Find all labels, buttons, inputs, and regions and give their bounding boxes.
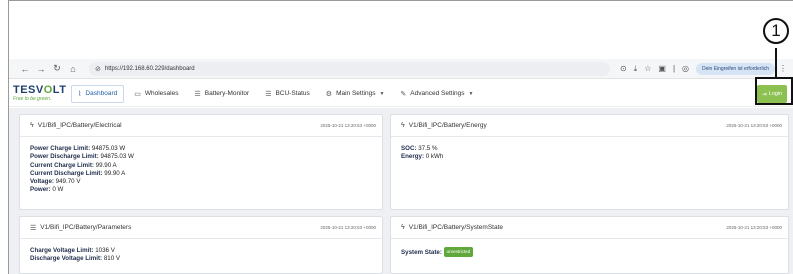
card-systemstate: ϟ V1/Bifi_IPC/Battery/SystemState 2025-1… (390, 216, 789, 274)
callout-line (775, 48, 777, 78)
lightning-icon: ϟ (401, 122, 405, 129)
home-icon[interactable]: ⌂ (67, 63, 79, 75)
card-title: V1/Bifi_IPC/Battery/SystemState (408, 224, 504, 231)
wrench-icon: ✎ (400, 90, 407, 98)
tesvolt-logo[interactable]: TESVOLT Free to be green. (13, 83, 71, 105)
bookmark-star-icon[interactable]: ☆ (644, 64, 651, 73)
nav-label: Advanced Settings (410, 90, 465, 97)
app-header: TESVOLT Free to be green. ⌇ Dashboard ▭ … (9, 81, 793, 107)
metric-row: Current Charge Limit: 99.90 A (30, 161, 117, 169)
nav-label: Dashboard (85, 90, 118, 97)
card-parameters: ☰ V1/Bifi_IPC/Battery/Parameters 2025-10… (19, 216, 383, 274)
card-title: V1/Bifi_IPC/Battery/Electrical (37, 122, 122, 129)
card-timestamp: 2025-10-21 13:20:53 +0000 (320, 123, 376, 128)
card-body: SOC: 37.5 % Energy: 0 kWh (401, 145, 782, 162)
status-badge: unrestricted (443, 247, 474, 258)
address-bar[interactable]: ⊘ https://192.168.60.229/dashboard (89, 61, 610, 76)
card-timestamp: 2025-10-21 13:20:53 +0000 (726, 123, 782, 128)
table-icon: ☰ (194, 90, 201, 98)
browser-actions: ⊙ ⤓ ☆ ▣ | ◎ (620, 64, 696, 74)
nav-label: Wholesales (144, 90, 179, 97)
profile-button[interactable]: Dein Eingreifen ist erforderlich (696, 62, 775, 75)
main-nav: ⌇ Dashboard ▭ Wholesales ☰ Battery-Monit… (71, 81, 483, 106)
chart-icon: ⌇ (78, 90, 82, 98)
download-icon[interactable]: ⤓ (634, 64, 638, 74)
logo-tagline: Free to be green. (13, 96, 52, 102)
lightning-icon: ϟ (401, 224, 405, 231)
chevron-down-icon: ▼ (468, 90, 474, 97)
nav-main-settings[interactable]: ⚙ Main Settings ▼ (320, 85, 391, 103)
lightning-icon: ϟ (30, 122, 34, 129)
card-body: Power Charge Limit: 94875.03 W Power Dis… (30, 145, 376, 195)
blank-area (9, 1, 793, 59)
table-icon: ☰ (265, 90, 272, 98)
metric-row: Power Discharge Limit: 94875.03 W (30, 153, 134, 161)
card-timestamp: 2025-10-21 13:20:53 +0000 (320, 225, 376, 230)
gear-icon: ⚙ (325, 90, 333, 98)
metric-row: SOC: 37.5 % (401, 145, 438, 152)
nav-battery-monitor[interactable]: ☰ Battery-Monitor (188, 85, 255, 103)
metric-row: Energy: 0 kWh (401, 153, 444, 161)
metric-row: Current Discharge Limit: 99.90 A (30, 169, 126, 177)
nav-label: Battery-Monitor (204, 90, 250, 97)
card-header: ϟ V1/Bifi_IPC/Battery/Electrical 2025-10… (20, 115, 382, 137)
metric-row: System State: unrestricted (401, 247, 782, 258)
nav-bcu-status[interactable]: ☰ BCU-Status (259, 85, 316, 103)
card-electrical: ϟ V1/Bifi_IPC/Battery/Electrical 2025-10… (19, 114, 383, 210)
chevron-down-icon: ▼ (379, 90, 385, 97)
arrow-right-icon[interactable]: → (35, 63, 47, 75)
metric-row: Power Charge Limit: 94875.03 W (30, 145, 126, 152)
install-icon[interactable]: ⊙ (620, 64, 627, 73)
card-title: V1/Bifi_IPC/Battery/Parameters (40, 224, 132, 231)
reload-icon[interactable]: ↻ (51, 63, 63, 75)
list-icon: ☰ (30, 224, 37, 232)
card-header: ϟ V1/Bifi_IPC/Battery/Energy 2025-10-21 … (391, 115, 788, 137)
separator: | (672, 64, 676, 73)
browser-toolbar: ← → ↻ ⌂ ⊘ https://192.168.60.229/dashboa… (9, 59, 793, 79)
card-energy: ϟ V1/Bifi_IPC/Battery/Energy 2025-10-21 … (390, 114, 789, 210)
card-header: ϟ V1/Bifi_IPC/Battery/SystemState 2025-1… (391, 217, 788, 239)
arrow-left-icon[interactable]: ← (19, 63, 31, 75)
callout-number: 1 (763, 18, 789, 44)
monitor-icon: ▭ (134, 90, 141, 98)
menu-kebab-icon[interactable]: ⋮ (779, 64, 787, 73)
nav-label: Main Settings (336, 90, 376, 97)
card-header: ☰ V1/Bifi_IPC/Battery/Parameters 2025-10… (20, 217, 382, 239)
nav-dashboard[interactable]: ⌇ Dashboard (71, 84, 125, 103)
extensions-icon[interactable]: ▣ (658, 64, 666, 73)
url-text: https://192.168.60.229/dashboard (104, 65, 195, 72)
metric-row: Voltage: 949.70 V (30, 178, 81, 186)
browser-window: ← → ↻ ⌂ ⊘ https://192.168.60.229/dashboa… (8, 0, 793, 274)
card-body: System State: unrestricted (401, 247, 782, 258)
nav-wholesales[interactable]: ▭ Wholesales (128, 85, 184, 103)
card-body: Charge Voltage Limit: 1036 V Discharge V… (30, 247, 376, 264)
logo-brand: TESVOLT (13, 84, 67, 96)
metric-row: Discharge Voltage Limit: 810 V (30, 255, 120, 263)
dashboard-content: ϟ V1/Bifi_IPC/Battery/Electrical 2025-10… (9, 108, 793, 274)
account-icon[interactable]: ◎ (682, 64, 689, 73)
metric-row: Power: 0 W (30, 186, 64, 194)
nav-advanced-settings[interactable]: ✎ Advanced Settings ▼ (394, 85, 479, 103)
site-info-icon[interactable]: ⊘ (95, 65, 101, 73)
metric-row: Charge Voltage Limit: 1036 V (30, 247, 115, 254)
callout-highlight-box (755, 77, 793, 105)
card-title: V1/Bifi_IPC/Battery/Energy (408, 122, 487, 129)
nav-label: BCU-Status (275, 90, 310, 97)
card-timestamp: 2025-10-21 13:20:53 +0000 (726, 225, 782, 230)
